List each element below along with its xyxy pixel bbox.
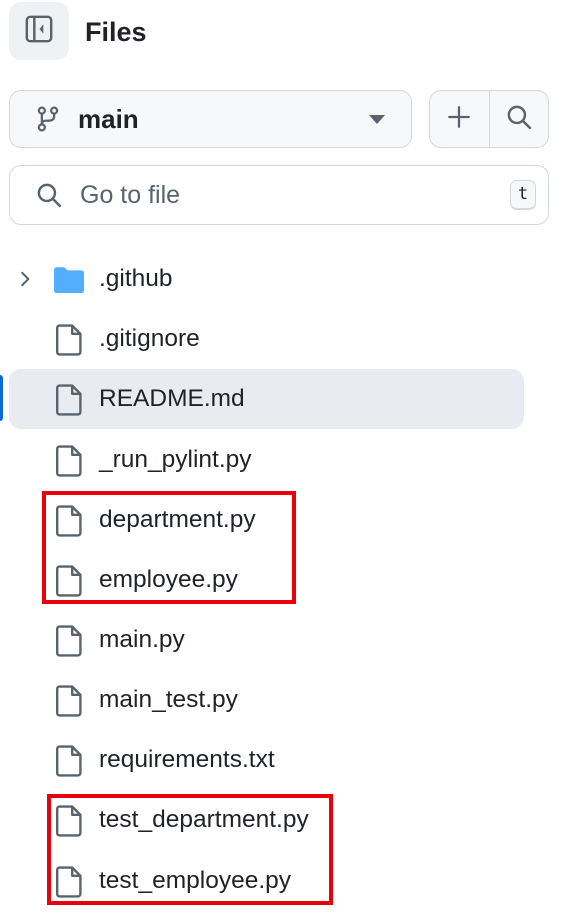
file-icon [53, 625, 85, 657]
tree-item-label: .github [99, 265, 173, 292]
sidebar-collapse-icon [24, 14, 54, 49]
file-icon [53, 805, 85, 837]
file-icon [53, 866, 85, 898]
tree-item-label: main_test.py [99, 686, 238, 713]
search-code-button[interactable] [488, 91, 549, 147]
tree-item-file[interactable]: main_test.py [9, 670, 524, 730]
folder-icon [53, 264, 85, 296]
tree-item-file[interactable]: requirements.txt [9, 730, 524, 790]
file-icon [53, 745, 85, 777]
active-row-indicator [0, 375, 3, 421]
file-icon [53, 324, 85, 356]
file-icon [53, 445, 85, 477]
file-icon [53, 505, 85, 537]
tree-item-label: department.py [99, 506, 256, 533]
tree-item-file-selected[interactable]: README.md [9, 369, 524, 429]
tree-item-file[interactable]: department.py [9, 490, 524, 550]
plus-icon [446, 104, 472, 135]
tree-item-label: main.py [99, 626, 185, 653]
add-file-button[interactable] [430, 91, 489, 147]
file-icon [53, 565, 85, 597]
search-icon [505, 103, 533, 136]
tree-item-file[interactable]: employee.py [9, 550, 524, 610]
tree-item-file[interactable]: main.py [9, 610, 524, 670]
tree-item-label: .gitignore [99, 325, 200, 352]
tree-item-github-folder[interactable]: .github [9, 249, 524, 309]
tree-item-file[interactable]: test_employee.py [9, 851, 524, 911]
tree-item-label: test_employee.py [99, 867, 292, 894]
chevron-down-icon [369, 115, 385, 124]
tree-item-file[interactable]: .gitignore [9, 309, 524, 369]
go-to-file-search: t [9, 165, 549, 225]
tree-item-label: _run_pylint.py [99, 446, 252, 473]
branch-selector[interactable]: main [9, 90, 412, 148]
tree-item-file[interactable]: _run_pylint.py [9, 430, 524, 490]
keyboard-shortcut-hint: t [510, 180, 536, 210]
search-icon [34, 180, 64, 210]
file-icon [53, 384, 85, 416]
tree-actions [429, 90, 549, 148]
panel-title: Files [85, 17, 147, 47]
tree-item-label: employee.py [99, 566, 238, 593]
tree-item-label: test_department.py [99, 806, 309, 833]
go-to-file-input[interactable] [78, 179, 482, 211]
tree-item-label: README.md [99, 385, 245, 412]
chevron-right-icon[interactable] [15, 269, 35, 289]
sidebar-collapse-button[interactable] [9, 2, 69, 60]
branch-name: main [78, 103, 139, 134]
tree-item-file[interactable]: test_department.py [9, 790, 524, 850]
file-icon [53, 685, 85, 717]
git-branch-icon [34, 105, 62, 133]
tree-item-label: requirements.txt [99, 746, 275, 773]
